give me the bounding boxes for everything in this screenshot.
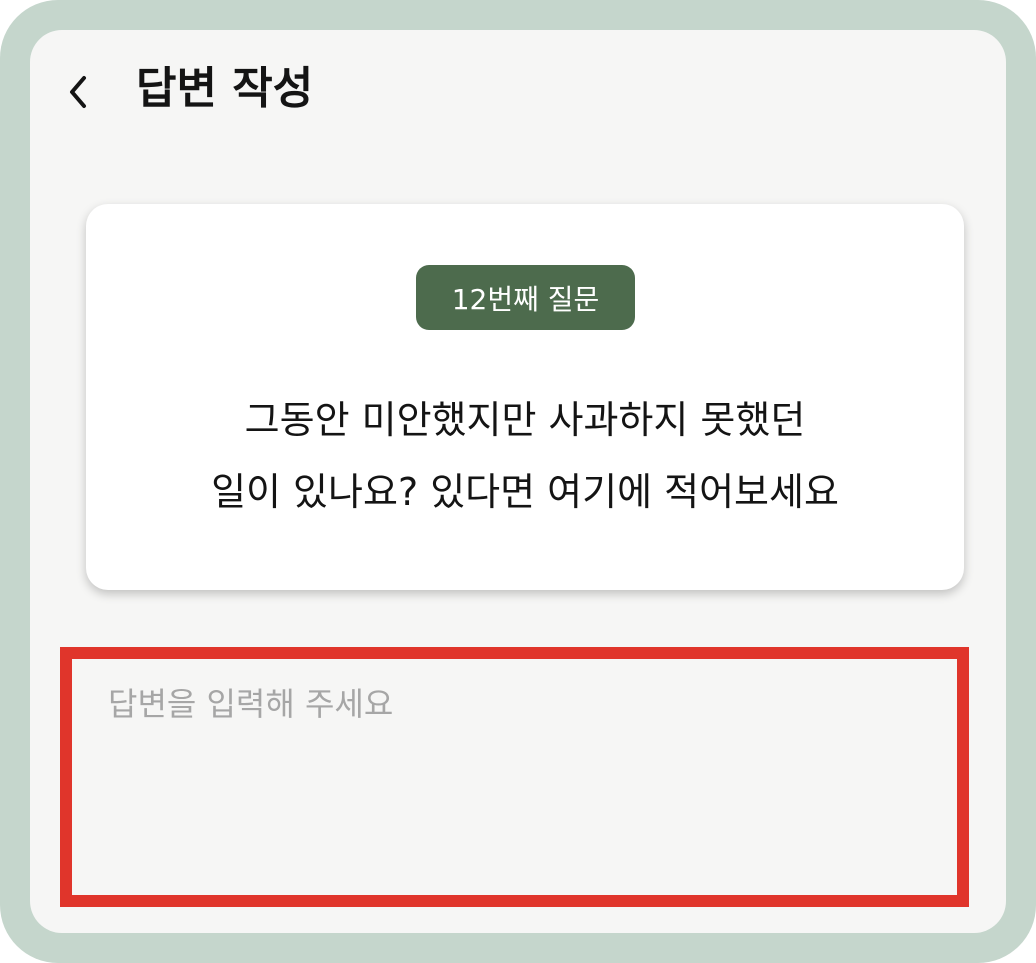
question-line: 그동안 미안했지만 사과하지 못했던 <box>244 398 806 442</box>
question-line: 일이 있나요? 있다면 여기에 적어보세요 <box>211 470 839 514</box>
header: 답변 작성 <box>30 30 1006 150</box>
question-number-badge: 12번째 질문 <box>416 265 635 330</box>
chevron-left-icon <box>70 76 86 108</box>
back-button[interactable] <box>54 64 102 120</box>
question-card: 12번째 질문 그동안 미안했지만 사과하지 못했던 일이 있나요? 있다면 여… <box>86 204 964 590</box>
question-text: 그동안 미안했지만 사과하지 못했던 일이 있나요? 있다면 여기에 적어보세요 <box>106 384 944 528</box>
app-screen: 답변 작성 12번째 질문 그동안 미안했지만 사과하지 못했던 일이 있나요?… <box>30 30 1006 933</box>
answer-input-highlight <box>60 647 969 907</box>
answer-input[interactable] <box>72 659 957 895</box>
page-title: 답변 작성 <box>136 63 314 114</box>
device-frame: 답변 작성 12번째 질문 그동안 미안했지만 사과하지 못했던 일이 있나요?… <box>0 0 1036 963</box>
